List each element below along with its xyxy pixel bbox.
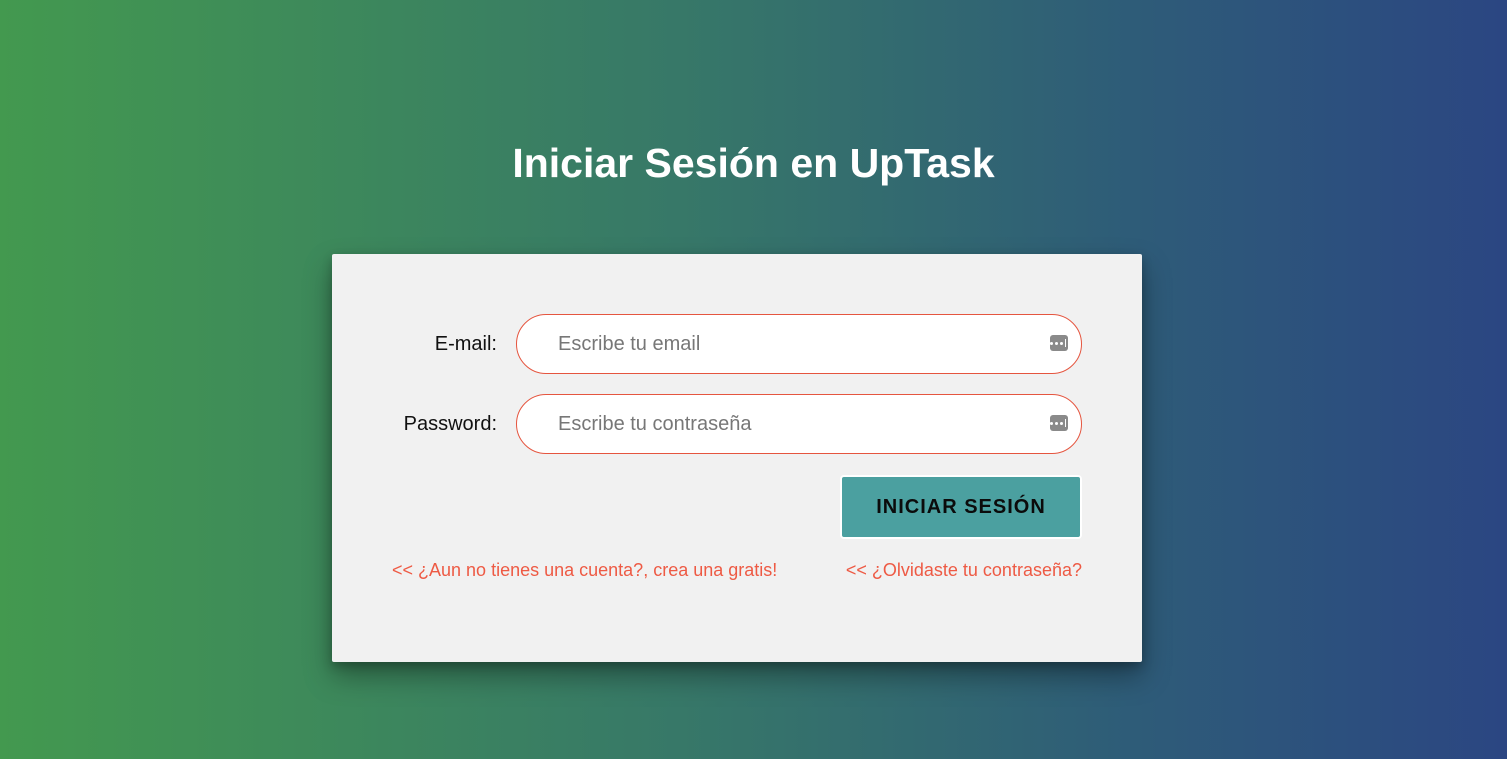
password-manager-key-icon[interactable] xyxy=(1050,415,1068,431)
email-row: E-mail: xyxy=(332,314,1142,374)
login-submit-button[interactable]: Iniciar Sesión xyxy=(840,475,1082,539)
password-row: Password: xyxy=(332,394,1142,454)
email-label: E-mail: xyxy=(434,333,497,355)
create-account-link[interactable]: << ¿Aun no tienes una cuenta?, crea una … xyxy=(392,559,777,581)
password-label: Password: xyxy=(403,413,497,435)
password-manager-key-icon[interactable] xyxy=(1050,335,1068,351)
auth-links: << ¿Aun no tienes una cuenta?, crea una … xyxy=(392,559,1082,581)
forgot-password-link[interactable]: << ¿Olvidaste tu contraseña? xyxy=(846,559,1082,581)
login-card: E-mail: Password: Iniciar Sesión << ¿Aun… xyxy=(332,254,1142,662)
password-input-wrap xyxy=(516,394,1082,454)
password-field[interactable] xyxy=(516,394,1082,454)
page-title: Iniciar Sesión en UpTask xyxy=(512,140,995,186)
email-input-wrap xyxy=(516,314,1082,374)
email-field[interactable] xyxy=(516,314,1082,374)
